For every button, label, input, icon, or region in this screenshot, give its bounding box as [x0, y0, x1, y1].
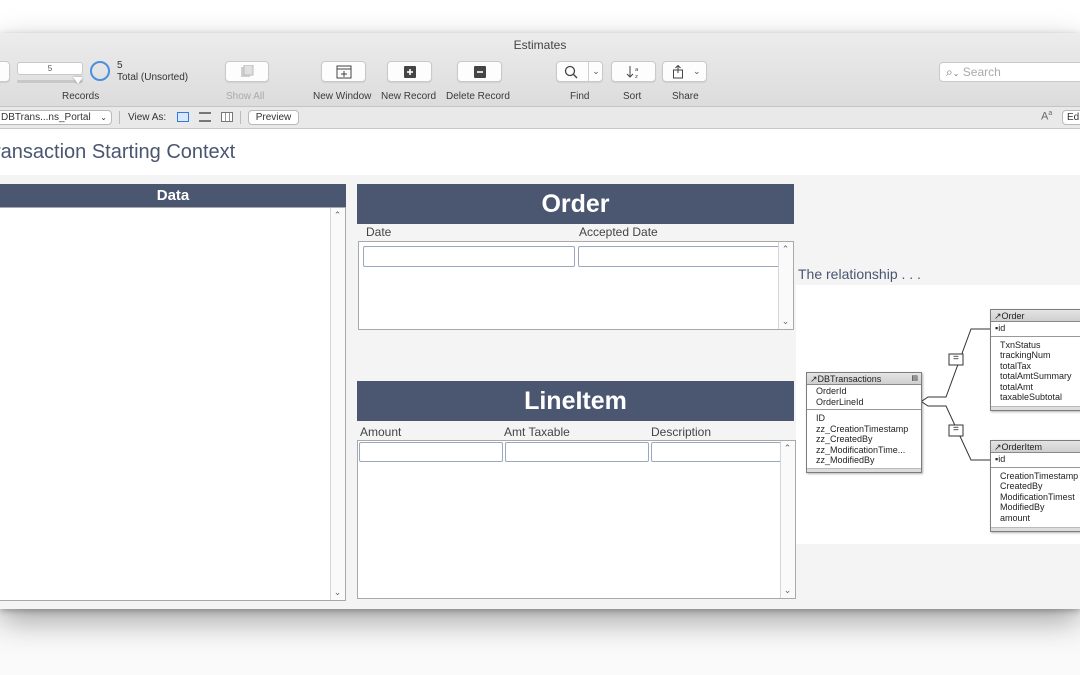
- scroll-up-icon[interactable]: ⌃: [781, 244, 790, 255]
- to-key-fields: OrderId OrderLineId: [807, 385, 921, 410]
- order-column-date: Date: [366, 225, 392, 239]
- to-fields: TxnStatus trackingNum totalTax totalAmtS…: [1000, 339, 1072, 403]
- layout-content: ransaction Starting Context Data ⌃ ⌄ Ord…: [0, 130, 1080, 609]
- relationship-label: The relationship . . .: [798, 266, 921, 282]
- show-all-icon: [241, 64, 254, 77]
- order-date-field[interactable]: [363, 246, 575, 267]
- order-column-accepted-date: Accepted Date: [579, 225, 658, 239]
- magnifier-icon: [564, 65, 578, 78]
- show-all-label: Show All: [226, 91, 265, 102]
- layout-bar-divider: [240, 111, 241, 124]
- lineitem-column-amt-taxable: Amt Taxable: [504, 425, 570, 439]
- lineitem-description-field[interactable]: [651, 442, 781, 462]
- to-footer: [807, 468, 921, 472]
- relationship-graph-image: = = ↗DBTransactions ▤ OrderId OrderLineId…: [796, 285, 1080, 544]
- sort-icon: az: [626, 65, 638, 79]
- find-menu-chevron-icon[interactable]: ⌄: [588, 62, 603, 81]
- page-title: ransaction Starting Context: [0, 141, 236, 163]
- share-icon: [673, 64, 683, 78]
- order-portal[interactable]: ⌃ ⌄: [358, 241, 794, 330]
- search-icon-dropdown: ⌄: [952, 69, 960, 78]
- lineitem-column-amount: Amount: [360, 425, 402, 439]
- delete-record-button[interactable]: [457, 61, 502, 82]
- text-formatting-icon[interactable]: Aa: [1041, 110, 1052, 123]
- found-status: Total (Unsorted): [117, 72, 189, 83]
- records-label: Records: [62, 91, 100, 102]
- lineitem-amt-taxable-field[interactable]: [505, 442, 649, 462]
- layout-name: DBTrans...ns_Portal: [1, 112, 91, 123]
- show-all-button[interactable]: [225, 61, 269, 82]
- record-slider-knob[interactable]: [73, 77, 83, 84]
- to-footer: [991, 527, 1080, 531]
- scroll-up-icon[interactable]: ⌃: [783, 443, 792, 454]
- lineitem-column-description: Description: [651, 425, 712, 439]
- scroll-down-icon[interactable]: ⌄: [783, 585, 792, 596]
- data-portal[interactable]: ⌃ ⌄: [0, 207, 346, 601]
- lineitem-panel-header: LineItem: [357, 381, 794, 421]
- form-view-icon[interactable]: [177, 112, 189, 122]
- current-record-field[interactable]: 5: [17, 62, 83, 75]
- dbtransactions-table-occurrence: ↗DBTransactions ▤ OrderId OrderLineId ID …: [806, 372, 922, 473]
- sort-button[interactable]: az: [611, 61, 656, 82]
- new-record-label: New Record: [381, 91, 437, 102]
- to-key-fields: ▪id: [991, 453, 1080, 468]
- new-window-label: New Window: [313, 91, 372, 102]
- order-table-occurrence: ↗Order ▪id TxnStatus trackingNum totalTa…: [990, 309, 1080, 411]
- order-panel-header: Order: [357, 184, 794, 224]
- svg-text:z: z: [635, 74, 638, 79]
- join-operator: =: [953, 424, 959, 435]
- filemaker-window: Estimates 5 Records 5 Total (Unsorted) S…: [0, 33, 1080, 609]
- lineitem-amount-field[interactable]: [359, 442, 503, 462]
- svg-text:a: a: [635, 67, 638, 73]
- join-operator: =: [953, 353, 959, 364]
- delete-record-label: Delete Record: [446, 91, 510, 102]
- table-view-icon[interactable]: [221, 112, 233, 122]
- new-record-button[interactable]: [387, 61, 432, 82]
- data-portal-scrollbar[interactable]: ⌃ ⌄: [330, 208, 345, 600]
- layout-bar-divider: [119, 111, 120, 124]
- search-icon: ⌕: [946, 65, 953, 79]
- previous-record-button[interactable]: [0, 61, 10, 82]
- to-header: ↗Order: [991, 310, 1080, 322]
- to-key-fields: ▪id: [991, 322, 1080, 337]
- to-collapse-icon: ▤: [911, 375, 918, 382]
- sort-label: Sort: [623, 91, 642, 102]
- preview-button[interactable]: Preview: [248, 110, 299, 125]
- data-panel-header: Data: [0, 184, 346, 207]
- delete-record-icon: [473, 65, 486, 78]
- share-button[interactable]: ⌄: [662, 61, 707, 82]
- new-window-icon: [336, 65, 351, 78]
- found-set-pie-icon: [90, 61, 110, 81]
- to-footer: [991, 406, 1080, 410]
- new-record-icon: [403, 65, 416, 78]
- to-fields: ID zz_CreationTimestamp zz_CreatedBy zz_…: [816, 413, 909, 465]
- search-placeholder: Search: [962, 65, 1001, 79]
- view-as-label: View As:: [128, 112, 167, 123]
- share-chevron-icon: ⌄: [693, 66, 701, 76]
- edit-layout-button[interactable]: Ed: [1062, 110, 1080, 125]
- to-header: ↗OrderItem: [991, 441, 1080, 453]
- order-accepted-date-field[interactable]: [578, 246, 780, 267]
- scroll-up-icon[interactable]: ⌃: [333, 210, 342, 221]
- list-view-icon[interactable]: [199, 112, 211, 122]
- quick-find-search-input[interactable]: ⌕⌄ Search: [939, 62, 1080, 82]
- orderitem-table-occurrence: ↗OrderItem ▪id CreationTimestamp Created…: [990, 440, 1080, 532]
- lineitem-portal-scrollbar[interactable]: ⌃ ⌄: [780, 441, 795, 598]
- share-label: Share: [672, 91, 699, 102]
- lineitem-portal[interactable]: ⌃ ⌄: [357, 440, 796, 599]
- toolbar: Estimates 5 Records 5 Total (Unsorted) S…: [0, 33, 1080, 107]
- new-window-button[interactable]: [321, 61, 366, 82]
- find-label: Find: [570, 91, 590, 102]
- to-header: ↗DBTransactions ▤: [807, 373, 921, 385]
- order-portal-scrollbar[interactable]: ⌃ ⌄: [778, 242, 793, 329]
- to-fields: CreationTimestamp CreatedBy Modification…: [1000, 470, 1079, 523]
- scroll-down-icon[interactable]: ⌄: [781, 316, 790, 327]
- find-button[interactable]: ⌄: [556, 61, 603, 82]
- scroll-down-icon[interactable]: ⌄: [333, 587, 342, 598]
- layout-menu-chevron-icon: ⌄: [100, 113, 107, 122]
- found-count: 5: [117, 60, 123, 71]
- layout-menu[interactable]: DBTrans...ns_Portal ⌄: [0, 110, 112, 125]
- window-title: Estimates: [513, 38, 567, 52]
- layout-bar: DBTrans...ns_Portal ⌄ View As: Preview A…: [0, 107, 1080, 129]
